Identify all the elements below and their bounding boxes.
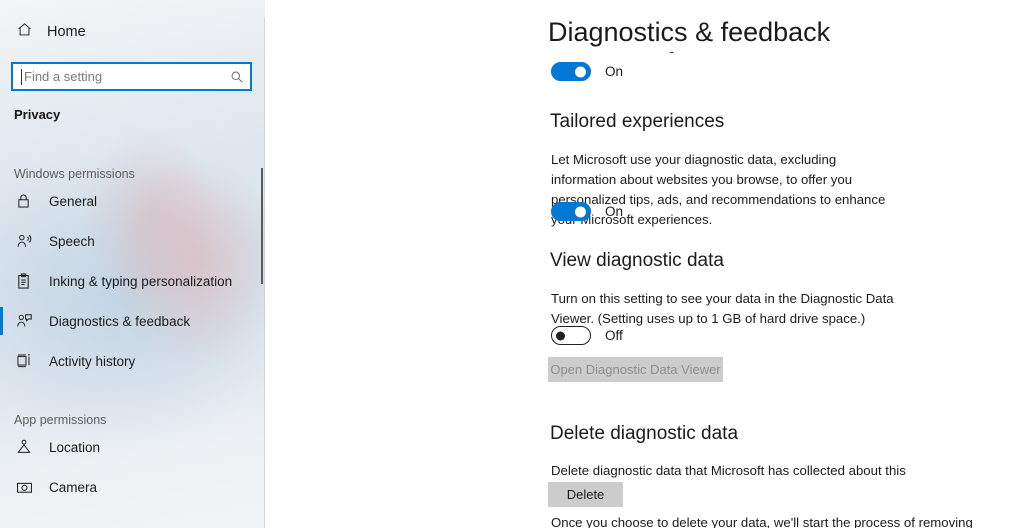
toggle-state-label: On: [605, 64, 624, 79]
toggle-knob: [556, 331, 565, 340]
page-title: Diagnostics & feedback: [548, 14, 843, 53]
lock-icon: [16, 193, 33, 209]
camera-icon: [16, 480, 33, 495]
toggle-knob: [575, 206, 586, 217]
settings-sidebar: Home Find a setting Privacy Windows perm…: [0, 0, 265, 528]
delete-footnote-text: Once you choose to delete your data, we'…: [551, 515, 973, 528]
search-container: Find a setting: [11, 62, 252, 91]
section-heading-view-diagnostic-data: View diagnostic data: [550, 250, 724, 271]
search-placeholder: Find a setting: [24, 69, 103, 84]
sidebar-group-label-windows-permissions: Windows permissions: [14, 167, 135, 181]
sidebar-item-label: Activity history: [49, 353, 136, 369]
clipboard-icon: [16, 272, 33, 290]
toggle-knob: [575, 66, 586, 77]
diagnostic-data-toggle-row: On: [551, 62, 623, 81]
section-heading-delete-diagnostic-data: Delete diagnostic data: [550, 423, 739, 444]
settings-window: Home Find a setting Privacy Windows perm…: [0, 0, 1024, 528]
location-pin-icon: [16, 439, 33, 455]
home-icon: [16, 21, 33, 43]
tailored-experiences-toggle-row: On: [551, 202, 623, 221]
section-heading-tailored-experiences: Tailored experiences: [550, 111, 725, 132]
sidebar-group-label-app-permissions: App permissions: [14, 413, 107, 427]
view-diagnostic-data-toggle-row: Off: [551, 326, 623, 345]
timeline-icon: [16, 353, 33, 369]
diagnostic-data-toggle[interactable]: [551, 62, 591, 81]
sidebar-category-title: Privacy: [14, 107, 61, 122]
toggle-state-label: Off: [605, 328, 623, 343]
sidebar-item-label: Camera: [49, 479, 98, 495]
text-caret: [21, 69, 22, 85]
sidebar-item-speech[interactable]: Speech: [0, 221, 265, 261]
sidebar-item-label: Speech: [49, 233, 95, 249]
feedback-person-icon: [16, 313, 33, 329]
tailored-experiences-toggle[interactable]: [551, 202, 591, 221]
sidebar-item-label: General: [49, 193, 98, 209]
view-diagnostic-data-toggle[interactable]: [551, 326, 591, 345]
search-icon[interactable]: [230, 70, 244, 84]
sidebar-item-diagnostics-feedback[interactable]: Diagnostics & feedback: [0, 301, 265, 341]
sidebar-item-label: Inking & typing personalization: [49, 273, 233, 289]
section-description-view-diagnostic-data: Turn on this setting to see your data in…: [551, 291, 894, 327]
toggle-state-label: On: [605, 204, 624, 219]
sidebar-scrollbar[interactable]: [261, 168, 263, 284]
sidebar-item-general[interactable]: General: [0, 181, 265, 221]
sidebar-item-camera[interactable]: Camera: [0, 467, 265, 507]
sidebar-item-inking-typing-personalization[interactable]: Inking & typing personalization: [0, 261, 265, 301]
speech-person-icon: [16, 233, 33, 249]
sidebar-item-location[interactable]: Location: [0, 427, 265, 467]
sidebar-home-label: Home: [47, 24, 86, 40]
sidebar-item-home[interactable]: Home: [0, 18, 265, 46]
sidebar-item-label: Location: [49, 439, 101, 455]
delete-button[interactable]: Delete: [548, 482, 623, 507]
search-input[interactable]: Find a setting: [11, 62, 252, 91]
settings-content-pane: and services running on Windows. On Diag…: [265, 0, 1024, 528]
open-diagnostic-data-viewer-button[interactable]: Open Diagnostic Data Viewer: [548, 357, 723, 382]
sidebar-item-activity-history[interactable]: Activity history: [0, 341, 265, 381]
sidebar-item-label: Diagnostics & feedback: [49, 313, 191, 329]
